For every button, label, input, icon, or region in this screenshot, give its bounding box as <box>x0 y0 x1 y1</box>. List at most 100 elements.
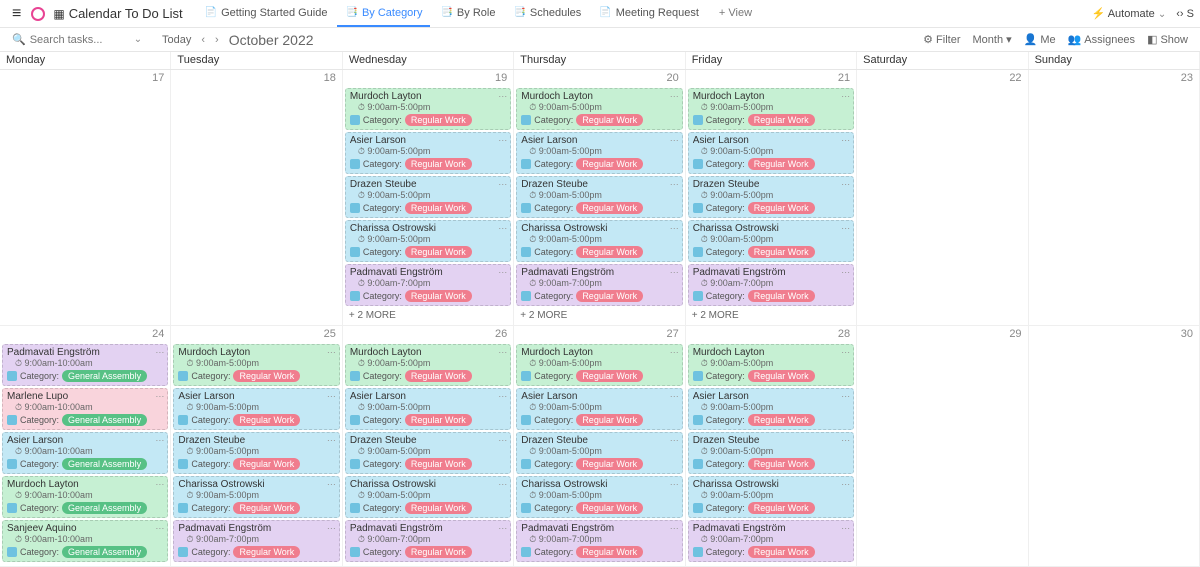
calendar-event[interactable]: ⋯Charissa Ostrowski⏱ 9:00am-5:00pmCatego… <box>345 476 511 518</box>
calendar-event[interactable]: ⋯Drazen Steube⏱ 9:00am-5:00pmCategory:Re… <box>688 432 854 474</box>
event-menu-icon[interactable]: ⋯ <box>670 391 679 402</box>
calendar-cell[interactable]: 30 <box>1029 326 1200 567</box>
event-menu-icon[interactable]: ⋯ <box>670 91 679 102</box>
calendar-cell[interactable]: 23 <box>1029 70 1200 326</box>
event-menu-icon[interactable]: ⋯ <box>498 435 507 446</box>
event-menu-icon[interactable]: ⋯ <box>498 135 507 146</box>
calendar-event[interactable]: ⋯Murdoch Layton⏱ 9:00am-5:00pmCategory:R… <box>173 344 339 386</box>
calendar-cell[interactable]: 19⋯Murdoch Layton⏱ 9:00am-5:00pmCategory… <box>343 70 514 326</box>
event-menu-icon[interactable]: ⋯ <box>498 391 507 402</box>
event-menu-icon[interactable]: ⋯ <box>841 223 850 234</box>
range-select[interactable]: Month ▾ <box>973 33 1012 46</box>
filter-button[interactable]: ⚙ Filter <box>923 33 960 46</box>
calendar-cell[interactable]: 29 <box>857 326 1028 567</box>
event-menu-icon[interactable]: ⋯ <box>498 267 507 278</box>
calendar-event[interactable]: ⋯Asier Larson⏱ 9:00am-5:00pmCategory:Reg… <box>345 388 511 430</box>
calendar-event[interactable]: ⋯Asier Larson⏱ 9:00am-5:00pmCategory:Reg… <box>345 132 511 174</box>
event-menu-icon[interactable]: ⋯ <box>670 223 679 234</box>
tab-by-category[interactable]: 📑By Category <box>337 0 430 27</box>
tab-meeting-request[interactable]: 📄Meeting Request <box>591 0 707 27</box>
event-menu-icon[interactable]: ⋯ <box>327 479 336 490</box>
calendar-cell[interactable]: 20⋯Murdoch Layton⏱ 9:00am-5:00pmCategory… <box>514 70 685 326</box>
calendar-event[interactable]: ⋯Charissa Ostrowski⏱ 9:00am-5:00pmCatego… <box>173 476 339 518</box>
event-menu-icon[interactable]: ⋯ <box>498 479 507 490</box>
event-menu-icon[interactable]: ⋯ <box>841 435 850 446</box>
tab-by-role[interactable]: 📑By Role <box>432 0 503 27</box>
app-logo-icon[interactable] <box>31 7 45 21</box>
event-menu-icon[interactable]: ⋯ <box>670 347 679 358</box>
event-menu-icon[interactable]: ⋯ <box>327 435 336 446</box>
event-menu-icon[interactable]: ⋯ <box>670 479 679 490</box>
calendar-event[interactable]: ⋯Padmavati Engström⏱ 9:00am-7:00pmCatego… <box>688 520 854 562</box>
calendar-cell[interactable]: 17 <box>0 70 171 326</box>
calendar-cell[interactable]: 21⋯Murdoch Layton⏱ 9:00am-5:00pmCategory… <box>686 70 857 326</box>
more-events-link[interactable]: + 2 MORE <box>688 308 854 323</box>
event-menu-icon[interactable]: ⋯ <box>841 479 850 490</box>
automate-button[interactable]: ⚡ Automate ⌄ <box>1092 7 1167 20</box>
calendar-cell[interactable]: 24⋯Padmavati Engström⏱ 9:00am-10:00amCat… <box>0 326 171 567</box>
calendar-cell[interactable]: 28⋯Murdoch Layton⏱ 9:00am-5:00pmCategory… <box>686 326 857 567</box>
calendar-event[interactable]: ⋯Asier Larson⏱ 9:00am-5:00pmCategory:Reg… <box>173 388 339 430</box>
show-button[interactable]: ◧ Show <box>1147 33 1188 46</box>
calendar-event[interactable]: ⋯Padmavati Engström⏱ 9:00am-7:00pmCatego… <box>516 264 682 306</box>
calendar-cell[interactable]: 26⋯Murdoch Layton⏱ 9:00am-5:00pmCategory… <box>343 326 514 567</box>
add-view-button[interactable]: + View <box>711 0 760 27</box>
next-arrow-icon[interactable]: › <box>215 34 219 46</box>
event-menu-icon[interactable]: ⋯ <box>498 223 507 234</box>
event-menu-icon[interactable]: ⋯ <box>670 179 679 190</box>
menu-hamburger-icon[interactable]: ≡ <box>6 5 27 23</box>
calendar-event[interactable]: ⋯Asier Larson⏱ 9:00am-5:00pmCategory:Reg… <box>516 132 682 174</box>
event-menu-icon[interactable]: ⋯ <box>155 347 164 358</box>
calendar-event[interactable]: ⋯Charissa Ostrowski⏱ 9:00am-5:00pmCatego… <box>345 220 511 262</box>
me-filter[interactable]: 👤 Me <box>1024 33 1056 46</box>
calendar-event[interactable]: ⋯Sanjeev Aquino⏱ 9:00am-10:00amCategory:… <box>2 520 168 562</box>
calendar-event[interactable]: ⋯Drazen Steube⏱ 9:00am-5:00pmCategory:Re… <box>688 176 854 218</box>
calendar-event[interactable]: ⋯Charissa Ostrowski⏱ 9:00am-5:00pmCatego… <box>688 220 854 262</box>
event-menu-icon[interactable]: ⋯ <box>841 347 850 358</box>
calendar-event[interactable]: ⋯Asier Larson⏱ 9:00am-5:00pmCategory:Reg… <box>688 388 854 430</box>
event-menu-icon[interactable]: ⋯ <box>670 435 679 446</box>
more-events-link[interactable]: + 2 MORE <box>345 308 511 323</box>
event-menu-icon[interactable]: ⋯ <box>327 391 336 402</box>
calendar-cell[interactable]: 25⋯Murdoch Layton⏱ 9:00am-5:00pmCategory… <box>171 326 342 567</box>
calendar-event[interactable]: ⋯Asier Larson⏱ 9:00am-5:00pmCategory:Reg… <box>516 388 682 430</box>
chevron-down-icon[interactable]: ⌄ <box>134 34 142 45</box>
calendar-cell[interactable]: 27⋯Murdoch Layton⏱ 9:00am-5:00pmCategory… <box>514 326 685 567</box>
event-menu-icon[interactable]: ⋯ <box>327 347 336 358</box>
calendar-event[interactable]: ⋯Marlene Lupo⏱ 9:00am-10:00amCategory:Ge… <box>2 388 168 430</box>
event-menu-icon[interactable]: ⋯ <box>155 391 164 402</box>
calendar-event[interactable]: ⋯Murdoch Layton⏱ 9:00am-5:00pmCategory:R… <box>688 344 854 386</box>
calendar-event[interactable]: ⋯Drazen Steube⏱ 9:00am-5:00pmCategory:Re… <box>173 432 339 474</box>
calendar-event[interactable]: ⋯Drazen Steube⏱ 9:00am-5:00pmCategory:Re… <box>345 176 511 218</box>
event-menu-icon[interactable]: ⋯ <box>841 267 850 278</box>
calendar-event[interactable]: ⋯Padmavati Engström⏱ 9:00am-7:00pmCatego… <box>516 520 682 562</box>
calendar-event[interactable]: ⋯Murdoch Layton⏱ 9:00am-5:00pmCategory:R… <box>688 88 854 130</box>
calendar-event[interactable]: ⋯Murdoch Layton⏱ 9:00am-10:00amCategory:… <box>2 476 168 518</box>
event-menu-icon[interactable]: ⋯ <box>670 267 679 278</box>
event-menu-icon[interactable]: ⋯ <box>841 91 850 102</box>
tab-schedules[interactable]: 📑Schedules <box>505 0 589 27</box>
today-button[interactable]: Today <box>162 34 191 46</box>
calendar-event[interactable]: ⋯Murdoch Layton⏱ 9:00am-5:00pmCategory:R… <box>516 88 682 130</box>
search-input[interactable] <box>30 34 130 46</box>
tab-getting-started-guide[interactable]: 📄Getting Started Guide <box>197 0 336 27</box>
calendar-event[interactable]: ⋯Padmavati Engström⏱ 9:00am-7:00pmCatego… <box>688 264 854 306</box>
event-menu-icon[interactable]: ⋯ <box>841 135 850 146</box>
calendar-event[interactable]: ⋯Padmavati Engström⏱ 9:00am-7:00pmCatego… <box>345 264 511 306</box>
event-menu-icon[interactable]: ⋯ <box>498 347 507 358</box>
calendar-event[interactable]: ⋯Murdoch Layton⏱ 9:00am-5:00pmCategory:R… <box>345 344 511 386</box>
calendar-event[interactable]: ⋯Murdoch Layton⏱ 9:00am-5:00pmCategory:R… <box>345 88 511 130</box>
calendar-cell[interactable]: 22 <box>857 70 1028 326</box>
event-menu-icon[interactable]: ⋯ <box>670 135 679 146</box>
calendar-event[interactable]: ⋯Drazen Steube⏱ 9:00am-5:00pmCategory:Re… <box>345 432 511 474</box>
calendar-cell[interactable]: 18 <box>171 70 342 326</box>
calendar-event[interactable]: ⋯Padmavati Engström⏱ 9:00am-7:00pmCatego… <box>345 520 511 562</box>
event-menu-icon[interactable]: ⋯ <box>498 91 507 102</box>
calendar-event[interactable]: ⋯Drazen Steube⏱ 9:00am-5:00pmCategory:Re… <box>516 432 682 474</box>
calendar-event[interactable]: ⋯Asier Larson⏱ 9:00am-10:00amCategory:Ge… <box>2 432 168 474</box>
calendar-event[interactable]: ⋯Charissa Ostrowski⏱ 9:00am-5:00pmCatego… <box>516 476 682 518</box>
event-menu-icon[interactable]: ⋯ <box>841 179 850 190</box>
assignees-filter[interactable]: 👥 Assignees <box>1068 33 1135 46</box>
calendar-event[interactable]: ⋯Charissa Ostrowski⏱ 9:00am-5:00pmCatego… <box>688 476 854 518</box>
calendar-event[interactable]: ⋯Padmavati Engström⏱ 9:00am-10:00amCateg… <box>2 344 168 386</box>
